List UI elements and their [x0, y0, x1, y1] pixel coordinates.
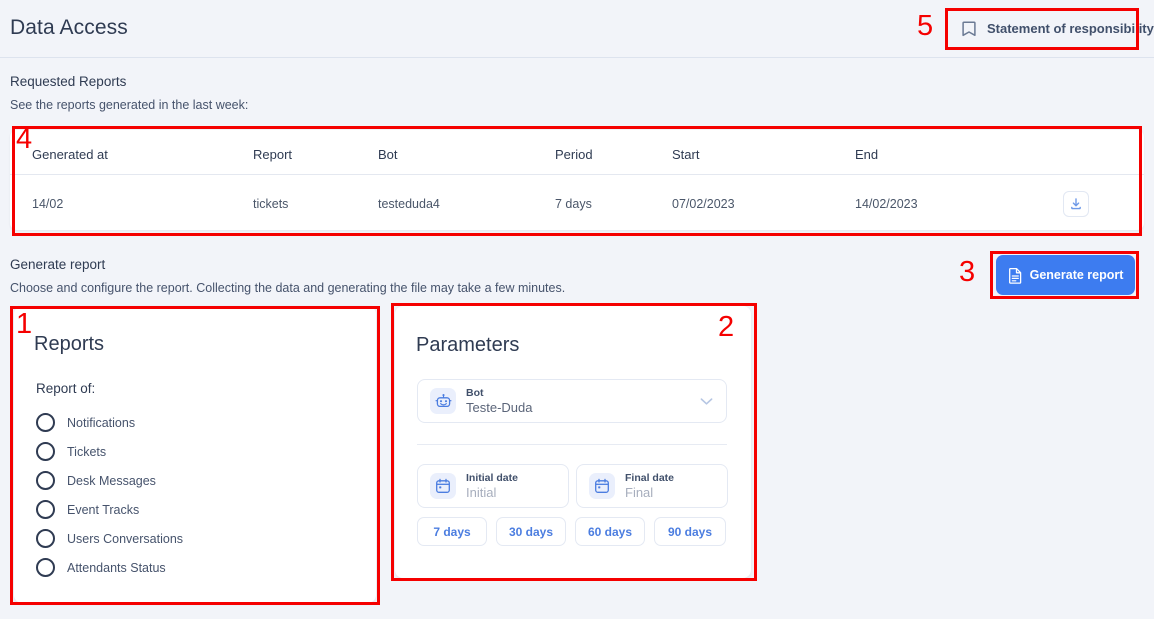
generate-report-button[interactable]: Generate report	[996, 255, 1135, 295]
parameters-panel: Parameters Bot Teste-Duda Initial date I…	[395, 306, 751, 578]
radio-option-tickets[interactable]: Tickets	[36, 437, 356, 466]
final-date-field[interactable]: Final date Final	[576, 464, 728, 508]
table-row: 14/02 tickets testeduda4 7 days 07/02/20…	[10, 175, 1144, 236]
reports-panel-heading: Reports	[34, 333, 105, 355]
quick-range-7-days[interactable]: 7 days	[417, 517, 487, 546]
download-icon	[1069, 197, 1083, 211]
quick-range-60-days[interactable]: 60 days	[575, 517, 645, 546]
generate-report-label: Generate report	[1029, 268, 1124, 282]
document-icon	[1008, 267, 1023, 284]
annotation-number-3: 3	[959, 256, 976, 288]
column-header-end: End	[855, 130, 1055, 175]
bot-field-texts: Bot Teste-Duda	[466, 387, 532, 416]
generate-report-title: Generate report	[10, 257, 106, 272]
statement-of-responsibility-button[interactable]: Statement of responsibility	[947, 9, 1154, 48]
final-date-texts: Final date Final	[625, 472, 674, 501]
cell-period: 7 days	[555, 197, 592, 211]
bookmark-icon	[961, 20, 977, 38]
radio-label-attendants-status: Attendants Status	[67, 560, 166, 575]
column-header-period: Period	[555, 130, 672, 175]
radio-label-tickets: Tickets	[67, 444, 107, 459]
radio-option-notifications[interactable]: Notifications	[36, 408, 356, 437]
radio-option-users-conversations[interactable]: Users Conversations	[36, 524, 356, 553]
radio-option-desk-messages[interactable]: Desk Messages	[36, 466, 356, 495]
report-of-label: Report of:	[36, 381, 96, 396]
initial-date-texts: Initial date Initial	[466, 472, 518, 501]
page-title: Data Access	[10, 16, 128, 39]
reports-panel: Reports Report of: Notifications Tickets…	[14, 306, 376, 603]
column-header-bot: Bot	[378, 130, 555, 175]
download-report-button[interactable]	[1063, 191, 1089, 217]
radio-label-notifications: Notifications	[67, 415, 136, 430]
initial-date-label: Initial date	[466, 471, 518, 484]
cell-generated-at: 14/02	[32, 197, 64, 211]
app-header: Data Access Statement of responsibility	[0, 0, 1154, 58]
initial-date-placeholder: Initial	[466, 484, 497, 500]
column-header-start: Start	[672, 130, 855, 175]
cell-end: 14/02/2023	[855, 197, 918, 211]
requested-reports-subtitle: See the reports generated in the last we…	[10, 98, 249, 112]
radio-label-users-conversations: Users Conversations	[67, 531, 184, 546]
initial-date-field[interactable]: Initial date Initial	[417, 464, 569, 508]
radio-option-attendants-status[interactable]: Attendants Status	[36, 553, 356, 582]
cell-download	[1055, 175, 1144, 236]
parameters-panel-heading: Parameters	[416, 334, 520, 356]
requested-reports-table-card: Generated at Report Bot Period Start End…	[10, 130, 1144, 230]
cell-bot: testeduda4	[378, 197, 440, 211]
parameters-divider	[417, 444, 727, 445]
robot-icon	[430, 388, 456, 414]
report-type-radio-group: Notifications Tickets Desk Messages Even…	[36, 408, 356, 582]
final-date-label: Final date	[625, 471, 675, 484]
radio-circle-icon[interactable]	[36, 471, 55, 490]
radio-label-desk-messages: Desk Messages	[67, 473, 156, 488]
statement-of-responsibility-label: Statement of responsibility	[987, 21, 1154, 36]
radio-circle-icon[interactable]	[36, 442, 55, 461]
calendar-icon	[430, 473, 456, 499]
radio-circle-icon[interactable]	[36, 500, 55, 519]
column-header-actions	[1055, 130, 1144, 175]
bot-select-field[interactable]: Bot Teste-Duda	[417, 379, 727, 423]
final-date-placeholder: Final	[625, 484, 654, 500]
column-header-report: Report	[253, 130, 378, 175]
radio-label-event-tracks: Event Tracks	[67, 502, 140, 517]
quick-range-90-days[interactable]: 90 days	[654, 517, 726, 546]
radio-circle-icon[interactable]	[36, 413, 55, 432]
cell-report: tickets	[253, 197, 289, 211]
generate-report-subtitle: Choose and configure the report. Collect…	[10, 281, 566, 295]
radio-circle-icon[interactable]	[36, 529, 55, 548]
quick-range-30-days[interactable]: 30 days	[496, 517, 566, 546]
requested-reports-title: Requested Reports	[10, 74, 127, 89]
radio-circle-icon[interactable]	[36, 558, 55, 577]
calendar-icon	[589, 473, 615, 499]
table-header-row: Generated at Report Bot Period Start End	[10, 130, 1144, 175]
requested-reports-table: Generated at Report Bot Period Start End…	[10, 130, 1144, 235]
chevron-down-icon[interactable]	[700, 397, 713, 406]
bot-field-value: Teste-Duda	[466, 399, 533, 415]
column-header-generated-at: Generated at	[10, 130, 253, 175]
bot-field-label: Bot	[466, 386, 484, 399]
cell-start: 07/02/2023	[672, 197, 735, 211]
radio-option-event-tracks[interactable]: Event Tracks	[36, 495, 356, 524]
